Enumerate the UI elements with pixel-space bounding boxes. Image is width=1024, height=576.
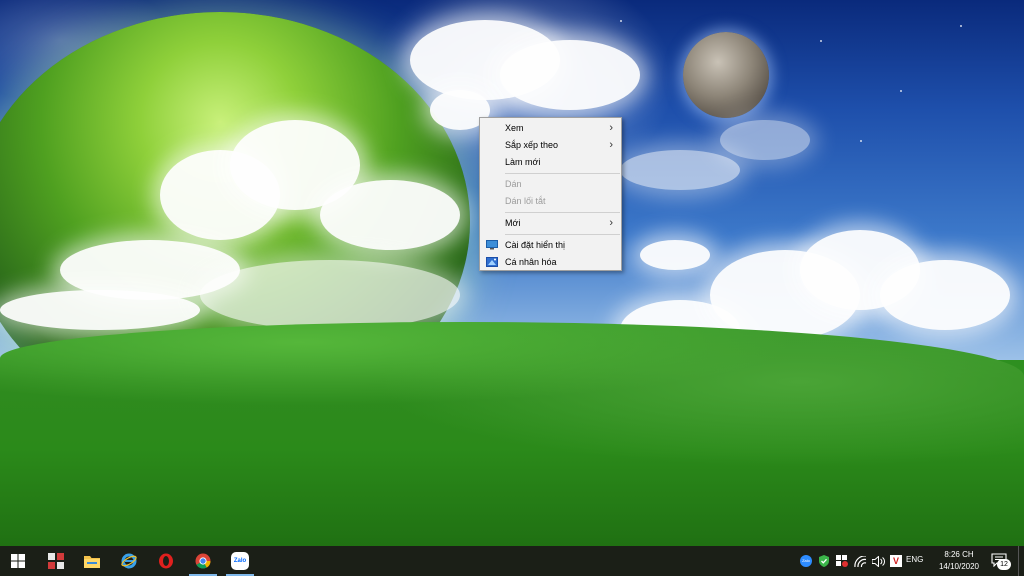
internet-explorer-icon (121, 553, 137, 569)
menu-item-personalize[interactable]: Cá nhân hóa (480, 254, 621, 271)
antivirus-v-label: V (892, 556, 899, 566)
wallpaper-cloud (880, 260, 1010, 330)
menu-item-refresh[interactable]: Làm mới (480, 154, 621, 171)
taskbar-clock[interactable]: 8:26 CH 14/10/2020 (932, 549, 986, 573)
tray-security-center[interactable] (835, 554, 849, 568)
chevron-right-icon: › (609, 139, 613, 151)
menu-item-label: Xem (505, 123, 524, 133)
menu-item-label: Dán (505, 179, 522, 189)
wallpaper-cloud (640, 240, 710, 270)
desktop-context-menu: Xem › Sắp xếp theo › Làm mới Dán Dán lối… (479, 117, 622, 271)
wallpaper-cloud (0, 290, 200, 330)
wallpaper-cloud (500, 40, 640, 110)
security-flag-icon (836, 555, 848, 567)
wallpaper-moon (683, 32, 769, 118)
menu-item-new[interactable]: Mới › (480, 215, 621, 232)
menu-item-label: Làm mới (505, 157, 541, 167)
wallpaper-star (900, 90, 902, 92)
menu-item-label: Dán lối tắt (505, 196, 546, 206)
menu-item-paste-shortcut[interactable]: Dán lối tắt (480, 193, 621, 210)
notification-count-badge: 12 (997, 559, 1011, 570)
tray-wifi[interactable] (853, 554, 867, 568)
tray-volume[interactable] (871, 554, 885, 568)
speaker-icon (871, 555, 885, 567)
wallpaper-cloud (620, 150, 740, 190)
clock-date: 14/10/2020 (938, 562, 980, 571)
desktop-wallpaper[interactable] (0, 0, 1024, 546)
app-grid-icon (48, 553, 64, 569)
zalo-icon: Zalo (231, 552, 249, 570)
wallpaper-cloud (320, 180, 460, 250)
chevron-right-icon: › (609, 122, 613, 134)
taskbar-internet-explorer[interactable] (111, 546, 147, 576)
menu-item-sort-by[interactable]: Sắp xếp theo › (480, 137, 621, 154)
taskbar: Zalo Zalo V ENG 8:26 CH 14/10/2020 12 (0, 546, 1024, 576)
wallpaper-cloud (720, 120, 810, 160)
windows-logo-icon (11, 554, 25, 568)
zalo-icon-label: Zalo (233, 558, 247, 564)
display-settings-icon (486, 240, 498, 250)
zalo-tray-label: Zalo (802, 558, 810, 563)
tray-zalo[interactable]: Zalo (799, 554, 813, 568)
wallpaper-star (820, 40, 822, 42)
menu-item-paste[interactable]: Dán (480, 176, 621, 193)
tray-antivirus[interactable]: V (889, 554, 903, 568)
tray-defender[interactable] (817, 554, 831, 568)
taskbar-chrome[interactable] (185, 546, 221, 576)
wallpaper-cloud (200, 260, 460, 330)
personalize-icon (486, 257, 498, 267)
wallpaper-star (960, 25, 962, 27)
chevron-right-icon: › (609, 217, 613, 229)
menu-separator (505, 212, 620, 213)
taskbar-app-1[interactable] (38, 546, 74, 576)
chrome-icon (195, 553, 211, 569)
zalo-tray-icon: Zalo (800, 555, 812, 567)
menu-item-label: Cá nhân hóa (505, 257, 557, 267)
folder-icon (84, 556, 100, 568)
menu-item-label: Mới (505, 218, 521, 228)
menu-separator (505, 173, 620, 174)
antivirus-v-icon: V (890, 555, 902, 567)
menu-item-display-settings[interactable]: Cài đặt hiển thị (480, 237, 621, 254)
language-indicator[interactable]: ENG (906, 555, 923, 564)
menu-separator (505, 234, 620, 235)
wifi-icon (853, 555, 866, 567)
wallpaper-star (620, 20, 622, 22)
menu-item-label: Cài đặt hiển thị (505, 240, 566, 250)
menu-item-label: Sắp xếp theo (505, 140, 559, 150)
shield-check-icon (819, 555, 829, 567)
show-desktop-button[interactable] (1018, 546, 1024, 576)
clock-time: 8:26 CH (944, 550, 974, 559)
menu-item-view[interactable]: Xem › (480, 120, 621, 137)
taskbar-file-explorer[interactable] (74, 546, 110, 576)
taskbar-opera[interactable] (148, 546, 184, 576)
start-button[interactable] (0, 546, 36, 576)
wallpaper-star (860, 140, 862, 142)
opera-icon (159, 553, 173, 569)
wallpaper-grass-hill (0, 322, 1024, 546)
taskbar-zalo[interactable]: Zalo (222, 546, 258, 576)
